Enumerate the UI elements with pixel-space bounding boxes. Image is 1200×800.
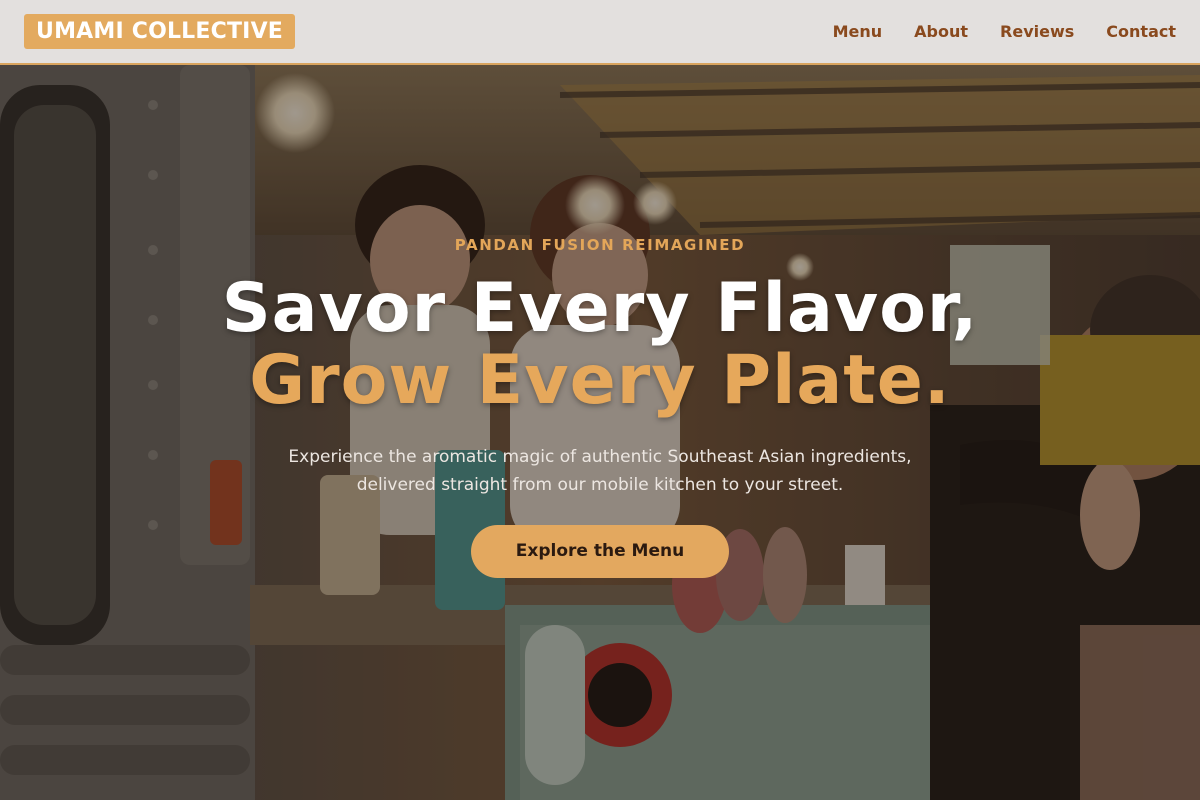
- hero-subtext-line2: delivered straight from our mobile kitch…: [356, 475, 844, 495]
- hero-eyebrow: PANDAN FUSION REIMAGINED: [454, 236, 746, 254]
- hero-headline-line1: Savor Every Flavor,: [221, 269, 979, 348]
- hero-subtext: Experience the aromatic magic of authent…: [250, 443, 950, 499]
- nav-link-contact[interactable]: Contact: [1106, 22, 1176, 41]
- explore-menu-button[interactable]: Explore the Menu: [471, 525, 729, 578]
- hero-subtext-line1: Experience the aromatic magic of authent…: [288, 447, 912, 467]
- hero-section: PANDAN FUSION REIMAGINED Savor Every Fla…: [0, 65, 1200, 800]
- logo[interactable]: UMAMI COLLECTIVE: [24, 14, 296, 49]
- site-header: UMAMI COLLECTIVE Menu About Reviews Cont…: [0, 0, 1200, 65]
- nav-link-about[interactable]: About: [914, 22, 968, 41]
- nav-link-reviews[interactable]: Reviews: [1000, 22, 1074, 41]
- hero-dark-overlay: [0, 65, 1200, 800]
- main-nav: Menu About Reviews Contact: [833, 0, 1176, 63]
- hero-headline-line2: Grow Every Plate.: [249, 341, 951, 420]
- nav-link-menu[interactable]: Menu: [833, 22, 883, 41]
